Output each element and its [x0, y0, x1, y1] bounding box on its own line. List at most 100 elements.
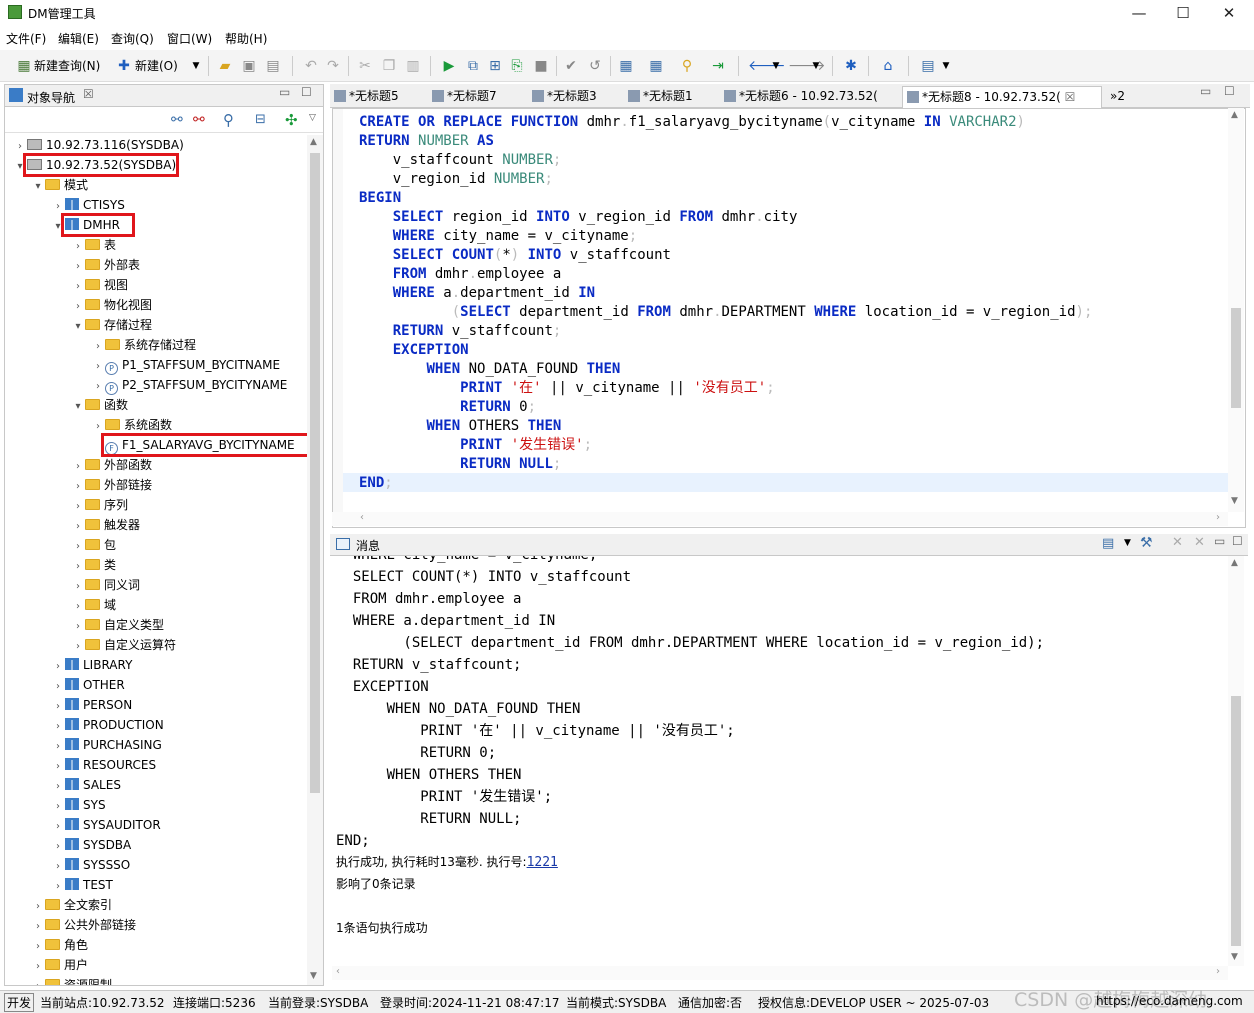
expand-arrow-icon[interactable]: ›: [71, 477, 85, 497]
editor-tab-active[interactable]: *无标题8 - 10.92.73.52( ☒: [902, 86, 1102, 108]
tree-scrollbar[interactable]: ▲ ▼: [307, 135, 323, 985]
expand-arrow-icon[interactable]: ›: [51, 837, 65, 857]
expand-arrow-icon[interactable]: ›: [51, 697, 65, 717]
tree-node[interactable]: › 系统存储过程: [91, 335, 196, 355]
expand-arrow-icon[interactable]: ›: [51, 657, 65, 677]
scroll-up-icon[interactable]: ▲: [1231, 110, 1238, 120]
paste-icon[interactable]: ▥: [404, 56, 422, 76]
tree-node[interactable]: › 资源限制: [31, 975, 112, 985]
menu-edit[interactable]: 编辑(E): [58, 30, 99, 47]
menu-file[interactable]: 文件(F): [6, 30, 46, 47]
expand-arrow-icon[interactable]: ›: [71, 497, 85, 517]
collapse-all-icon[interactable]: ⊟: [255, 112, 266, 127]
expand-arrow-icon[interactable]: ›: [91, 377, 105, 397]
expand-arrow-icon[interactable]: ›: [51, 817, 65, 837]
scroll-down-icon[interactable]: ▼: [310, 971, 317, 981]
message-tab-label[interactable]: 消息: [356, 537, 380, 554]
expand-arrow-icon[interactable]: ›: [71, 597, 85, 617]
back-arrow-icon[interactable]: 🡐: [748, 56, 786, 76]
goto-icon[interactable]: ⇥: [708, 56, 728, 76]
remove-icon[interactable]: ✕: [1172, 535, 1183, 550]
expand-arrow-icon[interactable]: ›: [71, 637, 85, 657]
expand-arrow-icon[interactable]: ›: [71, 537, 85, 557]
tree-node[interactable]: › SYSAUDITOR: [51, 815, 161, 835]
tree-node[interactable]: › SYSDBA: [51, 835, 131, 855]
expand-arrow-icon[interactable]: ›: [71, 517, 85, 537]
scroll-left-icon[interactable]: ‹: [336, 966, 340, 977]
tree-node[interactable]: › CTISYS: [51, 195, 125, 215]
console-dropdown-icon[interactable]: ▼: [1124, 538, 1131, 548]
tree-node[interactable]: › 同义词: [71, 575, 140, 595]
scroll-right-icon[interactable]: ›: [1216, 512, 1220, 523]
menu-window[interactable]: 窗口(W): [167, 30, 212, 47]
export-icon[interactable]: ⎘: [508, 56, 526, 76]
minimize-panel-icon[interactable]: ▭: [279, 85, 290, 99]
cut-icon[interactable]: ✂: [356, 56, 374, 76]
tree-node[interactable]: › 自定义运算符: [71, 635, 176, 655]
search-icon[interactable]: ⚲: [223, 111, 234, 129]
tree-node[interactable]: › 物化视图: [71, 295, 152, 315]
tree-node[interactable]: › 表: [71, 235, 116, 255]
expand-arrow-icon[interactable]: ›: [71, 277, 85, 297]
run-script-icon[interactable]: ⧉: [464, 56, 482, 76]
sql-monitor-icon[interactable]: ▦: [616, 56, 636, 76]
tree-node[interactable]: › 外部表: [71, 255, 140, 275]
sql-history-icon[interactable]: ▦: [646, 56, 666, 76]
undo-icon[interactable]: ↶: [302, 56, 320, 76]
expand-arrow-icon[interactable]: ›: [31, 937, 45, 957]
navigator-tab-label[interactable]: 对象导航: [27, 89, 75, 106]
expand-arrow-icon[interactable]: ›: [31, 977, 45, 985]
expand-arrow-icon[interactable]: ›: [71, 577, 85, 597]
tree-node[interactable]: › 外部链接: [71, 475, 152, 495]
tree-node[interactable]: › 10.92.73.116(SYSDBA): [13, 135, 184, 155]
tree-node[interactable]: › P P2_STAFFSUM_BYCITYNAME: [91, 375, 287, 395]
tree-node[interactable]: › 视图: [71, 275, 128, 295]
expand-arrow-icon[interactable]: ›: [71, 457, 85, 477]
forward-arrow-icon[interactable]: 🡒: [788, 56, 826, 76]
expand-arrow-icon[interactable]: ›: [51, 717, 65, 737]
minimize-button[interactable]: —: [1116, 2, 1162, 24]
website-link[interactable]: https://eco.dameng.com: [1096, 994, 1243, 1008]
new-dropdown-icon[interactable]: ▼: [190, 56, 202, 76]
tree-node[interactable]: › 外部函数: [71, 455, 152, 475]
minimize-panel-icon[interactable]: ▭: [1200, 84, 1211, 98]
expand-arrow-icon[interactable]: ›: [91, 357, 105, 377]
tree-node[interactable]: › SYSSSO: [51, 855, 130, 875]
tree-node[interactable]: › SALES: [51, 775, 121, 795]
tree-node[interactable]: › OTHER: [51, 675, 125, 695]
disconnect-icon[interactable]: ⚯: [193, 112, 205, 128]
editor-tab[interactable]: *无标题7: [428, 86, 524, 108]
tree-node[interactable]: › 类: [71, 555, 116, 575]
new-query-button[interactable]: 新建查询(N): [34, 56, 100, 76]
copy-icon[interactable]: ❐: [380, 56, 398, 76]
redo-icon[interactable]: ↷: [324, 56, 342, 76]
tree-node[interactable]: › TEST: [51, 875, 113, 895]
close-tab-icon[interactable]: ☒: [1061, 90, 1076, 104]
tree-node[interactable]: › LIBRARY: [51, 655, 132, 675]
collapse-arrow-icon[interactable]: ▾: [71, 397, 85, 417]
scroll-right-icon[interactable]: ›: [1216, 966, 1220, 977]
tree-node[interactable]: › PERSON: [51, 695, 132, 715]
editor-horizontal-scrollbar[interactable]: ‹ ›: [332, 512, 1228, 526]
run-icon[interactable]: ▶: [440, 56, 458, 76]
expand-arrow-icon[interactable]: ›: [51, 777, 65, 797]
scroll-left-icon[interactable]: ‹: [360, 512, 364, 523]
scroll-thumb[interactable]: [1231, 308, 1241, 408]
tree-node[interactable]: ▾ 存储过程: [71, 315, 152, 335]
layout-dropdown-icon[interactable]: ▼: [940, 56, 952, 76]
new-button[interactable]: 新建(O): [135, 56, 178, 76]
scroll-down-icon[interactable]: ▼: [1231, 952, 1238, 962]
expand-arrow-icon[interactable]: ›: [71, 557, 85, 577]
editor-tab[interactable]: *无标题6 - 10.92.73.52(: [720, 86, 898, 108]
open-folder-icon[interactable]: ▰: [216, 56, 234, 76]
view-menu-icon[interactable]: ▽: [309, 113, 316, 123]
layout-icon[interactable]: ▤: [918, 56, 938, 76]
remove-all-icon[interactable]: ✕: [1194, 535, 1205, 550]
tree-node[interactable]: › 自定义类型: [71, 615, 164, 635]
editor-tab[interactable]: *无标题5: [330, 86, 424, 108]
editor-tab[interactable]: *无标题3: [528, 86, 620, 108]
expand-arrow-icon[interactable]: ›: [71, 617, 85, 637]
menu-query[interactable]: 查询(Q): [111, 30, 154, 47]
debug-bug-icon[interactable]: ✱: [842, 56, 860, 76]
message-vertical-scrollbar[interactable]: ▲ ▼: [1228, 556, 1244, 966]
